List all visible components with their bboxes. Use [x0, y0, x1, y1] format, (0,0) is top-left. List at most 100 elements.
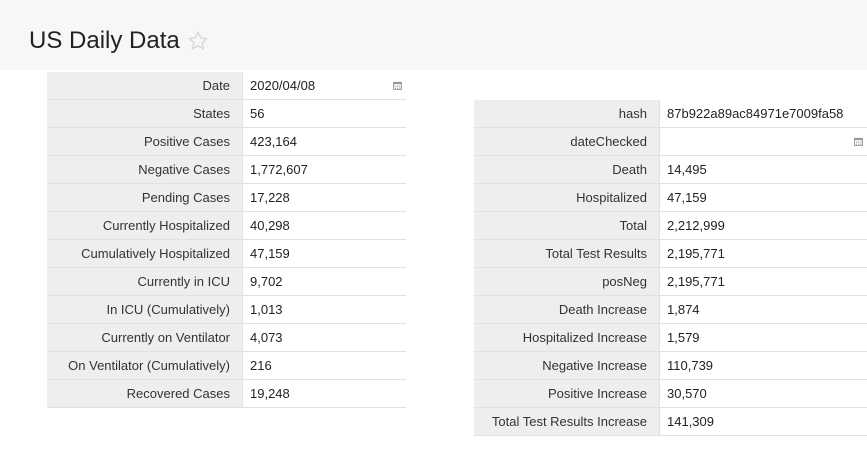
field-label: Hospitalized [474, 184, 660, 211]
field-value-posneg[interactable]: 2,195,771 [660, 268, 867, 295]
field-value-text: 40,298 [250, 218, 290, 233]
field-label: Cumulatively Hospitalized [47, 240, 243, 267]
field-row-recovered-cases: Recovered Cases 19,248 [47, 380, 406, 408]
field-value-text: 19,248 [250, 386, 290, 401]
field-value-hash[interactable]: 87b922a89ac84971e7009fa58 [660, 100, 867, 127]
field-value-text: 1,579 [667, 330, 700, 345]
field-value-text: 141,309 [667, 414, 714, 429]
field-row-pending-cases: Pending Cases 17,228 [47, 184, 406, 212]
field-label: hash [474, 100, 660, 127]
page-title: US Daily Data [29, 27, 180, 54]
field-row-positive-increase: Positive Increase 30,570 [474, 380, 867, 408]
field-value-negative-cases[interactable]: 1,772,607 [243, 156, 406, 183]
field-value-text: 2020/04/08 [250, 78, 316, 93]
field-value-text: 423,164 [250, 134, 297, 149]
field-label: dateChecked [474, 128, 660, 155]
field-label: On Ventilator (Cumulatively) [47, 352, 243, 379]
field-row-total-test-results: Total Test Results 2,195,771 [474, 240, 867, 268]
record-right: hash 87b922a89ac84971e7009fa58 dateChecked… [474, 100, 867, 436]
field-value-pending-cases[interactable]: 17,228 [243, 184, 406, 211]
field-value-text: 14,495 [667, 162, 707, 177]
field-value-total-test-results[interactable]: 2,195,771 [660, 240, 867, 267]
field-value-positive-cases[interactable]: 423,164 [243, 128, 406, 155]
field-value-text: 9,702 [250, 274, 283, 289]
field-label: Hospitalized Increase [474, 324, 660, 351]
field-row-total-test-results-increase: Total Test Results Increase 141,309 [474, 408, 867, 436]
field-label: Negative Cases [47, 156, 243, 183]
field-value-positive-increase[interactable]: 30,570 [660, 380, 867, 407]
field-row-death: Death 14,495 [474, 156, 867, 184]
field-value-text: 56 [250, 106, 265, 121]
field-label: Currently on Ventilator [47, 324, 243, 351]
field-value-datechecked[interactable] [660, 128, 867, 155]
field-label: Negative Increase [474, 352, 660, 379]
field-row-negative-increase: Negative Increase 110,739 [474, 352, 867, 380]
field-row-hospitalized: Hospitalized 47,159 [474, 184, 867, 212]
field-row-date: Date 2020/04/08 [47, 72, 406, 100]
field-row-positive-cases: Positive Cases 423,164 [47, 128, 406, 156]
calendar-icon[interactable] [854, 137, 863, 146]
field-value-text: 1,772,607 [250, 162, 308, 177]
field-row-negative-cases: Negative Cases 1,772,607 [47, 156, 406, 184]
field-label: Death Increase [474, 296, 660, 323]
field-label: Total Test Results [474, 240, 660, 267]
field-value-date[interactable]: 2020/04/08 [243, 72, 406, 99]
field-value-recovered-cases[interactable]: 19,248 [243, 380, 406, 407]
field-value-hospitalized[interactable]: 47,159 [660, 184, 867, 211]
field-row-posneg: posNeg 2,195,771 [474, 268, 867, 296]
field-value-currently-on-ventilator[interactable]: 4,073 [243, 324, 406, 351]
field-row-hash: hash 87b922a89ac84971e7009fa58 [474, 100, 867, 128]
field-row-hospitalized-increase: Hospitalized Increase 1,579 [474, 324, 867, 352]
page-header: US Daily Data [0, 0, 867, 70]
field-label: Pending Cases [47, 184, 243, 211]
field-value-total-test-results-increase[interactable]: 141,309 [660, 408, 867, 435]
field-value-states[interactable]: 56 [243, 100, 406, 127]
field-label: Total [474, 212, 660, 239]
field-label: In ICU (Cumulatively) [47, 296, 243, 323]
field-row-currently-on-ventilator: Currently on Ventilator 4,073 [47, 324, 406, 352]
field-row-on-ventilator-cumulatively: On Ventilator (Cumulatively) 216 [47, 352, 406, 380]
field-value-total[interactable]: 2,212,999 [660, 212, 867, 239]
field-row-currently-in-icu: Currently in ICU 9,702 [47, 268, 406, 296]
field-value-text: 2,212,999 [667, 218, 725, 233]
field-value-hospitalized-increase[interactable]: 1,579 [660, 324, 867, 351]
field-label: Death [474, 156, 660, 183]
field-label: Recovered Cases [47, 380, 243, 407]
field-label: Positive Cases [47, 128, 243, 155]
field-row-death-increase: Death Increase 1,874 [474, 296, 867, 324]
star-icon[interactable] [187, 30, 209, 52]
field-value-negative-increase[interactable]: 110,739 [660, 352, 867, 379]
field-value-cumulatively-hospitalized[interactable]: 47,159 [243, 240, 406, 267]
field-value-text: 2,195,771 [667, 274, 725, 289]
field-label: posNeg [474, 268, 660, 295]
field-label: Total Test Results Increase [474, 408, 660, 435]
field-value-currently-hospitalized[interactable]: 40,298 [243, 212, 406, 239]
field-value-text: 1,874 [667, 302, 700, 317]
field-row-total: Total 2,212,999 [474, 212, 867, 240]
field-value-death-increase[interactable]: 1,874 [660, 296, 867, 323]
field-value-text: 17,228 [250, 190, 290, 205]
field-value-text: 47,159 [667, 190, 707, 205]
field-value-text: 30,570 [667, 386, 707, 401]
field-label: States [47, 100, 243, 127]
field-value-text: 216 [250, 358, 272, 373]
field-value-currently-in-icu[interactable]: 9,702 [243, 268, 406, 295]
field-value-text: 4,073 [250, 330, 283, 345]
field-value-on-ventilator-cumulatively[interactable]: 216 [243, 352, 406, 379]
field-row-in-icu-cumulatively: In ICU (Cumulatively) 1,013 [47, 296, 406, 324]
field-row-cumulatively-hospitalized: Cumulatively Hospitalized 47,159 [47, 240, 406, 268]
field-row-currently-hospitalized: Currently Hospitalized 40,298 [47, 212, 406, 240]
calendar-icon[interactable] [393, 81, 402, 90]
field-value-text: 2,195,771 [667, 246, 725, 261]
field-row-datechecked: dateChecked [474, 128, 867, 156]
field-label: Date [47, 72, 243, 99]
field-value-text: 110,739 [667, 358, 714, 373]
field-label: Positive Increase [474, 380, 660, 407]
record-left: Date 2020/04/08 States 56 Positive Cases 423,… [47, 72, 406, 408]
field-value-text: 1,013 [250, 302, 283, 317]
field-label: Currently Hospitalized [47, 212, 243, 239]
field-value-death[interactable]: 14,495 [660, 156, 867, 183]
field-label: Currently in ICU [47, 268, 243, 295]
field-value-in-icu-cumulatively[interactable]: 1,013 [243, 296, 406, 323]
field-value-text: 87b922a89ac84971e7009fa58 [667, 106, 844, 121]
